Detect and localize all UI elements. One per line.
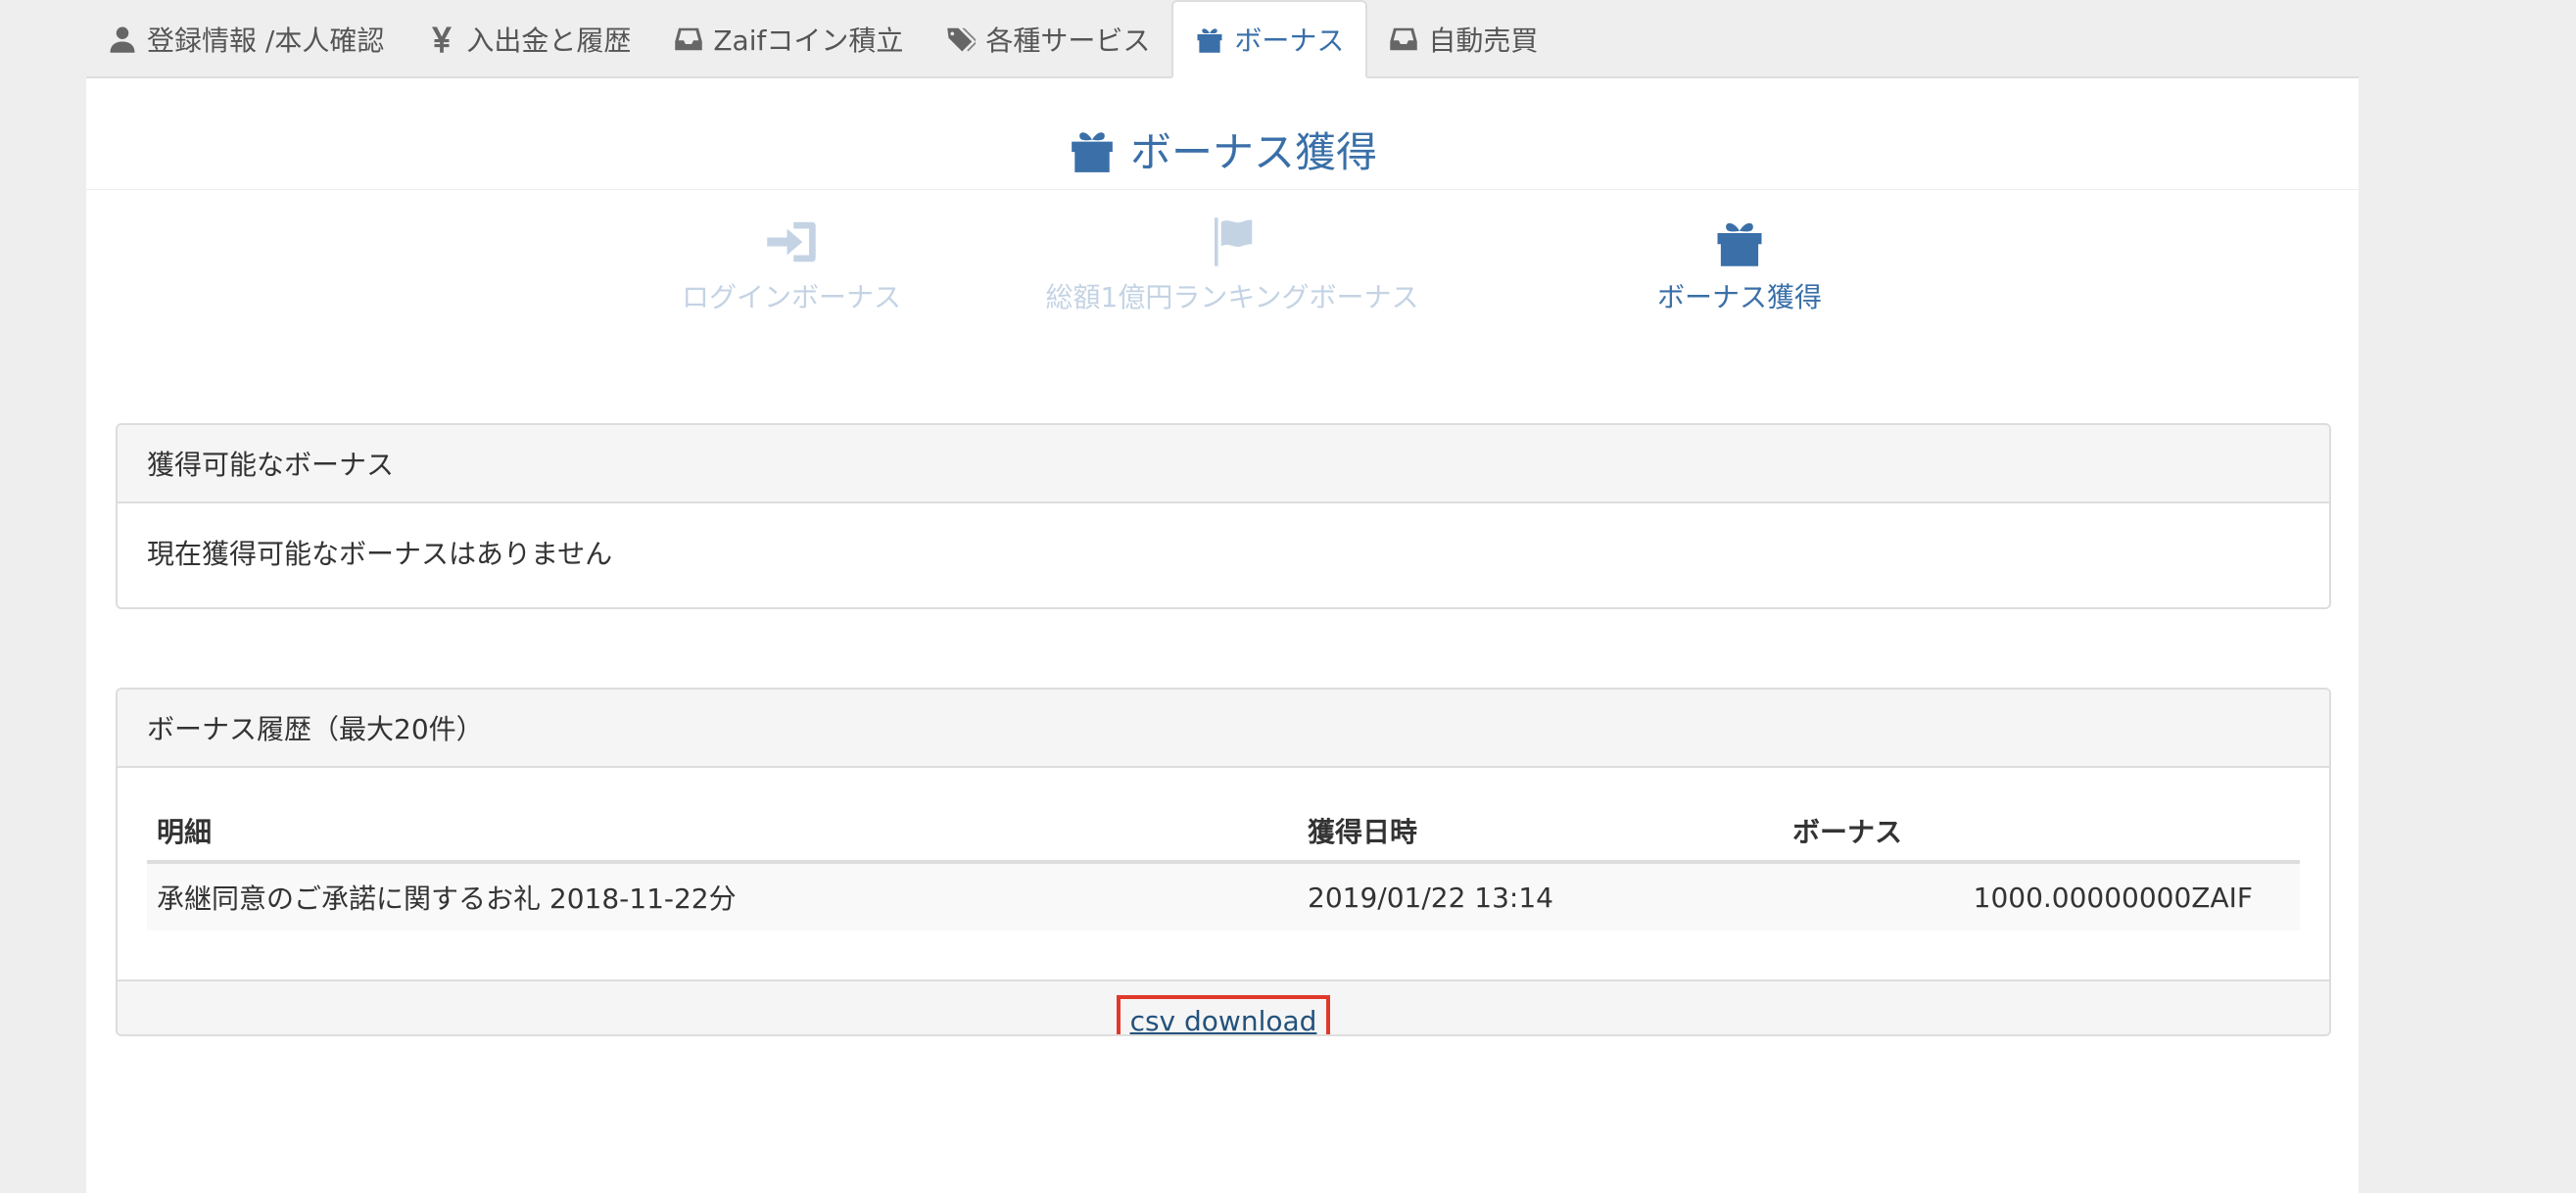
tab-label: ボーナス: [1234, 24, 1345, 57]
top-tabs: 登録情報 /本人確認 入出金と履歴 Zaifコイン積立 各種サービス ボーナス …: [86, 0, 2359, 78]
bonus-history-panel: ボーナス履歴（最大20件） 明細 獲得日時 ボーナス 承継同意のご承諾に関するお…: [116, 688, 2331, 1036]
yen-icon: [432, 26, 453, 53]
tab-services[interactable]: 各種サービス: [925, 2, 1171, 76]
subnav-login-bonus[interactable]: ログインボーナス: [586, 215, 997, 315]
sign-in-icon: [767, 221, 816, 262]
bonus-history-table: 明細 獲得日時 ボーナス 承継同意のご承諾に関するお礼 2018-11-22分 …: [147, 797, 2300, 931]
subnav-label: ボーナス獲得: [1656, 281, 1822, 313]
tab-label: 自動売買: [1428, 24, 1539, 57]
panel-body: 現在獲得可能なボーナスはありません: [118, 503, 2329, 601]
tab-zaif-coin[interactable]: Zaifコイン積立: [652, 2, 925, 76]
gift-icon: [1717, 222, 1762, 266]
user-icon: [110, 26, 135, 53]
tab-account-info[interactable]: 登録情報 /本人確認: [86, 2, 405, 76]
inbox-icon: [1390, 27, 1418, 51]
panel-heading: 獲得可能なボーナス: [118, 425, 2329, 503]
cell-detail: 承継同意のご承諾に関するお礼 2018-11-22分: [147, 862, 1298, 931]
panel-heading: ボーナス履歴（最大20件）: [118, 690, 2329, 768]
column-header-date: 獲得日時: [1298, 797, 1783, 864]
flag-icon: [1215, 217, 1253, 266]
page-title: ボーナス獲得: [86, 119, 2359, 179]
title-divider: [86, 189, 2359, 190]
tags-icon: [947, 27, 977, 52]
page-title-text: ボーナス獲得: [1129, 128, 1377, 176]
subnav-ranking-bonus[interactable]: 総額1億円ランキングボーナス: [1017, 215, 1448, 315]
table-row: 承継同意のご承諾に関するお礼 2018-11-22分 2019/01/22 13…: [147, 862, 2300, 931]
subnav-bonus-acquire[interactable]: ボーナス獲得: [1534, 215, 1945, 315]
inbox-icon: [675, 27, 703, 51]
tab-label: 入出金と履歴: [466, 24, 632, 57]
table-header-row: 明細 獲得日時 ボーナス: [147, 797, 2300, 864]
gift-icon: [1072, 131, 1113, 172]
subnav-label: 総額1億円ランキングボーナス: [1045, 281, 1419, 313]
tab-label: 各種サービス: [985, 24, 1151, 57]
tab-bonus[interactable]: ボーナス: [1171, 0, 1368, 78]
tab-deposit-history[interactable]: 入出金と履歴: [405, 2, 652, 76]
page-wrapper: 登録情報 /本人確認 入出金と履歴 Zaifコイン積立 各種サービス ボーナス …: [86, 0, 2359, 1193]
csv-download-link[interactable]: csv download: [1116, 994, 1331, 1034]
subnav-label: ログインボーナス: [681, 281, 901, 313]
tab-auto-trade[interactable]: 自動売買: [1367, 2, 1559, 76]
column-header-detail: 明細: [147, 797, 1298, 864]
gift-icon: [1197, 28, 1222, 53]
tab-label: Zaifコイン積立: [713, 24, 904, 57]
cell-bonus: 1000.00000000ZAIF: [1783, 862, 2300, 931]
panel-body: 明細 獲得日時 ボーナス 承継同意のご承諾に関するお礼 2018-11-22分 …: [118, 797, 2329, 979]
tab-label: 登録情報 /本人確認: [147, 24, 385, 57]
cell-date: 2019/01/22 13:14: [1298, 862, 1783, 931]
empty-message: 現在獲得可能なボーナスはありません: [147, 538, 613, 570]
main-panel: ボーナス獲得 ログインボーナス 総額1億円ランキングボーナス ボーナス獲得 獲得…: [86, 78, 2359, 1193]
panel-footer: csv download: [118, 979, 2329, 1034]
available-bonus-panel: 獲得可能なボーナス 現在獲得可能なボーナスはありません: [116, 423, 2331, 609]
column-header-bonus: ボーナス: [1783, 797, 2300, 864]
